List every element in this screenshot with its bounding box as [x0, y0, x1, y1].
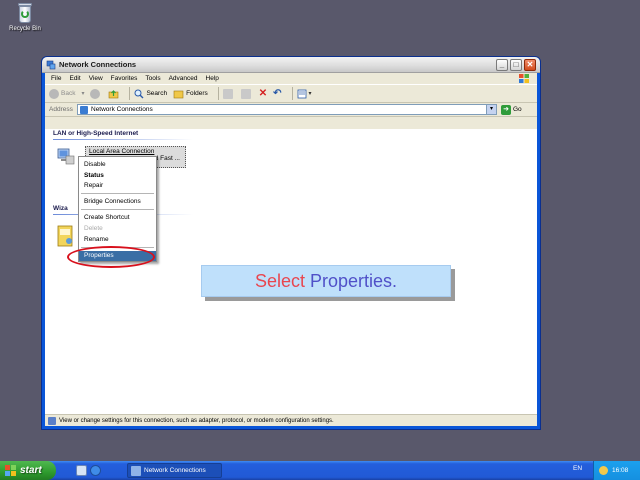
move-to-button[interactable] [222, 88, 235, 99]
start-label: start [20, 465, 42, 476]
callout-target: Properties. [310, 271, 398, 291]
show-desktop-icon[interactable] [76, 465, 87, 476]
network-connections-icon [46, 60, 56, 70]
menu-item-status[interactable]: Status [79, 171, 156, 181]
menu-item-disable[interactable]: Disable [79, 160, 156, 170]
go-arrow-icon: ➜ [501, 104, 511, 115]
windows-logo-icon [519, 74, 529, 83]
menu-file[interactable]: File [51, 75, 61, 82]
menu-separator [81, 193, 154, 194]
back-dropdown-icon[interactable]: ▾ [81, 90, 84, 97]
views-dropdown-icon: ▾ [308, 91, 312, 97]
connection-name: Local Area Connection [89, 148, 155, 155]
search-label: Search [146, 90, 168, 97]
taskbar-network-connections[interactable]: Network Connections [127, 463, 222, 478]
recycle-bin-label: Recycle Bin [9, 26, 41, 32]
menu-bar: File Edit View Favorites Tools Advanced … [45, 73, 537, 84]
folders-icon [173, 90, 184, 98]
group-title-lan: LAN or High-Speed Internet [53, 130, 139, 137]
wizard-icon[interactable] [57, 224, 75, 248]
internet-explorer-icon[interactable] [90, 465, 101, 476]
tray-network-icon[interactable] [599, 466, 608, 475]
delete-button[interactable]: ✕ [259, 88, 267, 99]
delete-x-icon: ✕ [258, 88, 268, 99]
address-label: Address [49, 106, 73, 113]
group-divider [53, 139, 193, 140]
views-button[interactable]: ▾ [297, 89, 312, 99]
forward-button[interactable] [90, 88, 102, 99]
language-indicator[interactable]: EN [573, 465, 582, 472]
folders-button[interactable]: Folders [173, 89, 208, 99]
menu-separator [81, 209, 154, 210]
toolbar: Back ▾ Search Folders ✕ ↶ ▾ [45, 84, 537, 103]
undo-icon: ↶ [273, 88, 282, 99]
menu-item-create-shortcut[interactable]: Create Shortcut [79, 213, 156, 223]
forward-arrow-icon [90, 88, 101, 99]
start-button[interactable]: start [0, 461, 56, 480]
toolbar-separator [129, 87, 131, 100]
back-label: Back [61, 90, 76, 97]
address-dropdown-icon[interactable]: ▾ [486, 105, 496, 114]
system-tray: 16:08 [593, 461, 640, 480]
callout-verb: Select [254, 271, 305, 291]
minimize-button[interactable]: _ [496, 59, 508, 71]
toolbar-separator [291, 87, 293, 100]
network-connections-icon [131, 466, 141, 476]
status-bar: View or change settings for this connect… [45, 414, 537, 426]
group-title-wizard: Wiza [53, 205, 68, 212]
network-folder-icon [80, 105, 88, 114]
status-info-icon [48, 416, 56, 425]
menu-help[interactable]: Help [206, 75, 219, 82]
close-button[interactable]: ✕ [524, 59, 536, 71]
windows-flag-icon [5, 465, 16, 476]
up-folder-button[interactable] [108, 89, 119, 99]
menu-edit[interactable]: Edit [69, 75, 80, 82]
menu-item-repair[interactable]: Repair [79, 181, 156, 191]
folders-label: Folders [186, 90, 208, 97]
menu-item-bridge-connections[interactable]: Bridge Connections [79, 197, 156, 207]
copy-to-icon [240, 88, 251, 99]
recycle-bin-icon [16, 2, 34, 24]
go-label: Go [513, 106, 522, 113]
go-button[interactable]: ➜ Go [501, 104, 522, 115]
views-icon [297, 89, 306, 98]
task-title: Network Connections [144, 467, 206, 474]
undo-button[interactable]: ↶ [273, 88, 281, 99]
taskbar: start Network Connections EN 16:08 [0, 461, 640, 480]
search-button[interactable]: Search [134, 89, 167, 99]
address-value: Network Connections [91, 106, 153, 113]
maximize-button[interactable]: □ [510, 59, 522, 71]
menu-view[interactable]: View [89, 75, 103, 82]
back-arrow-icon [49, 88, 59, 99]
clock[interactable]: 16:08 [612, 467, 628, 474]
address-bar: Address Network Connections ▾ ➜ Go [45, 103, 537, 117]
up-folder-icon [109, 89, 119, 98]
status-text: View or change settings for this connect… [59, 417, 334, 424]
instruction-callout: Select Properties. [201, 265, 451, 297]
menu-advanced[interactable]: Advanced [169, 75, 198, 82]
move-to-icon [222, 88, 233, 99]
title-bar[interactable]: Network Connections _ □ ✕ [42, 57, 540, 73]
menu-favorites[interactable]: Favorites [111, 75, 138, 82]
menu-item-delete: Delete [84, 225, 103, 232]
lan-connection-icon[interactable] [57, 147, 75, 165]
back-button[interactable]: Back [49, 88, 76, 99]
window-title: Network Connections [59, 60, 137, 69]
search-icon [134, 89, 144, 98]
copy-to-button[interactable] [240, 88, 253, 99]
properties-highlight-ring [67, 246, 155, 268]
address-field[interactable]: Network Connections ▾ [77, 104, 497, 115]
recycle-bin-shortcut[interactable]: Recycle Bin [6, 2, 44, 32]
menu-item-rename[interactable]: Rename [79, 235, 156, 245]
toolbar-separator [217, 87, 219, 100]
menu-tools[interactable]: Tools [145, 75, 160, 82]
